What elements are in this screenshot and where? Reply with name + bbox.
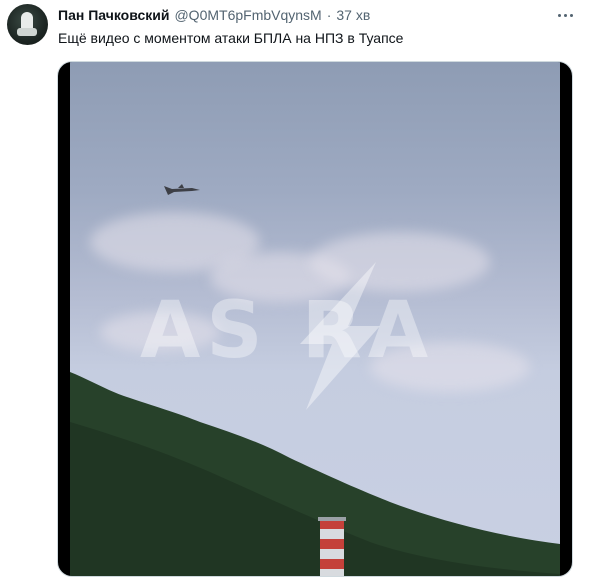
tweet-header: Пан Пачковский @Q0MT6pFmbVqynsM · 37 хв — [58, 7, 561, 27]
tweet-text: Ещё видео с моментом атаки БПЛА на НПЗ в… — [58, 30, 404, 46]
tweet-media[interactable]: AS RA — [57, 61, 573, 577]
more-icon[interactable] — [555, 9, 575, 21]
video-frame[interactable]: AS RA — [70, 62, 560, 576]
separator-dot: · — [326, 7, 332, 23]
avatar-figure-base — [17, 28, 37, 36]
author-name[interactable]: Пан Пачковский — [58, 7, 169, 23]
mountain — [70, 372, 560, 576]
chimney-icon — [318, 517, 346, 576]
tweet[interactable]: Пан Пачковский @Q0MT6pFmbVqynsM · 37 хв … — [0, 0, 591, 583]
author-handle[interactable]: @Q0MT6pFmbVqynsM — [174, 7, 321, 23]
timestamp[interactable]: 37 хв — [336, 7, 370, 23]
avatar[interactable] — [7, 4, 48, 45]
